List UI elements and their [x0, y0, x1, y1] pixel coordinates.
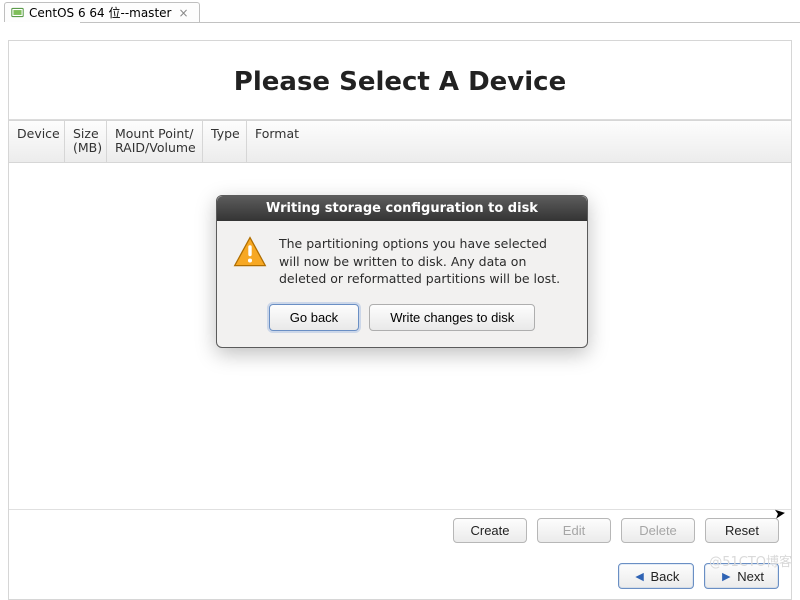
th-format[interactable]: Format [247, 121, 791, 162]
back-button-label: Back [651, 569, 680, 584]
th-type[interactable]: Type [203, 121, 247, 162]
next-button-label: Next [737, 569, 764, 584]
create-button[interactable]: Create [453, 518, 527, 543]
partition-action-row: Create Edit Delete Reset [9, 509, 791, 551]
back-button[interactable]: ◄ Back [618, 563, 695, 589]
vm-tab-label: CentOS 6 64 位--master [29, 4, 171, 21]
arrow-left-icon: ◄ [633, 568, 647, 584]
write-storage-dialog: Writing storage configuration to disk Th… [216, 195, 588, 348]
cursor-icon: ➤ [773, 505, 787, 522]
arrow-right-icon: ► [719, 568, 733, 584]
close-icon[interactable]: × [176, 7, 190, 19]
edit-button: Edit [537, 518, 611, 543]
dialog-message: The partitioning options you have select… [279, 235, 571, 288]
go-back-button[interactable]: Go back [269, 304, 359, 331]
th-size[interactable]: Size (MB) [65, 121, 107, 162]
page-title: Please Select A Device [9, 41, 791, 119]
th-mount[interactable]: Mount Point/ RAID/Volume [107, 121, 203, 162]
nav-row: ◄ Back ► Next [9, 553, 791, 599]
delete-button: Delete [621, 518, 695, 543]
reset-button[interactable]: Reset [705, 518, 779, 543]
dialog-body: The partitioning options you have select… [217, 221, 587, 298]
dialog-button-row: Go back Write changes to disk [217, 298, 587, 347]
tabstrip-divider [80, 22, 800, 23]
vm-tabbar: CentOS 6 64 位--master × [0, 0, 800, 22]
device-table-header: Device Size (MB) Mount Point/ RAID/Volum… [9, 120, 791, 163]
vm-tab[interactable]: CentOS 6 64 位--master × [4, 2, 200, 22]
vm-icon [11, 6, 24, 19]
warning-icon [233, 235, 267, 269]
watermark: @51CTO博客 [709, 551, 792, 570]
th-device[interactable]: Device [9, 121, 65, 162]
write-changes-button[interactable]: Write changes to disk [369, 304, 535, 331]
dialog-title: Writing storage configuration to disk [217, 196, 587, 221]
